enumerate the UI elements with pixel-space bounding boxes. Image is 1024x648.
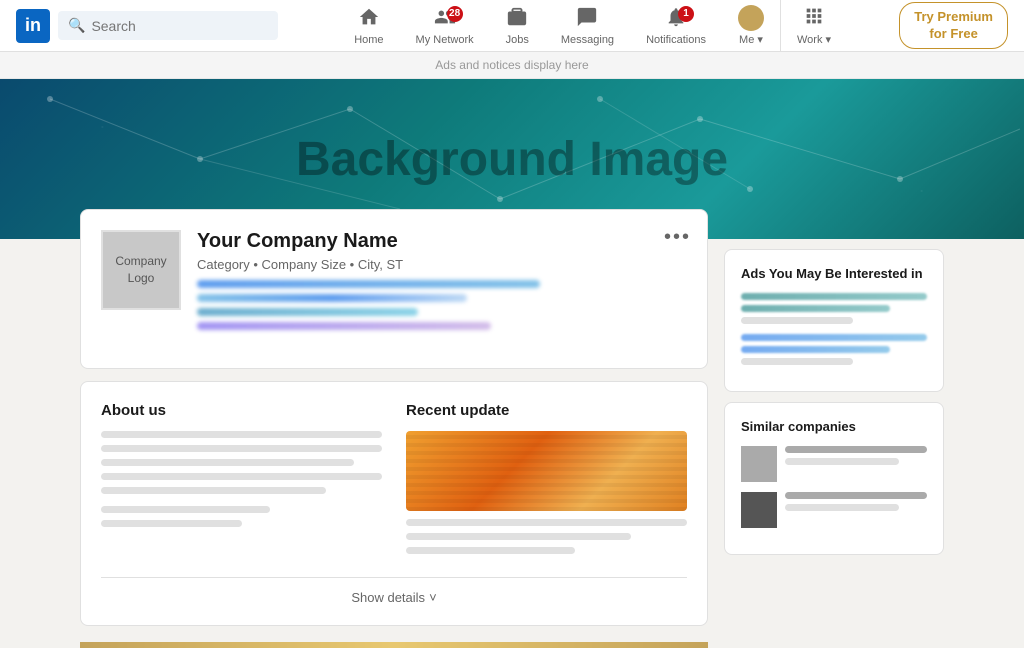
show-details-label: Show details [351,590,425,605]
sidebar-ads-title: Ads You May Be Interested in [741,266,927,281]
company-meta: Category • Company Size • City, ST [197,257,687,272]
linkedin-logo[interactable]: in [16,9,50,43]
jobs-label: Jobs [506,34,529,46]
about-left: About us [101,402,382,561]
search-icon: 🔍 [68,17,85,34]
messaging-icon [576,6,598,32]
messaging-label: Messaging [561,34,614,46]
similar-info-2 [785,492,927,516]
company-more-button[interactable]: ••• [664,226,691,249]
company-bar-2 [197,294,467,302]
chevron-down-icon: ˅ [429,590,437,605]
company-bar-3 [197,308,418,316]
about-bar-7 [101,520,242,527]
similar-info-1 [785,446,927,470]
nav-center: Home 28 My Network Jobs Messaging [302,0,883,52]
sidebar-ads-card: Ads You May Be Interested in [724,249,944,392]
similar-logo-1 [741,446,777,482]
similar-logo-2 [741,492,777,528]
main-layout: ••• Company Logo Your Company Name Categ… [0,239,1024,648]
nav-home[interactable]: Home [338,0,399,52]
company-bar-1 [197,280,540,288]
my-network-badge: 28 [447,6,463,22]
about-bar-6 [101,506,270,513]
my-network-label: My Network [416,34,474,46]
work-icon [803,5,825,31]
main-content: ••• Company Logo Your Company Name Categ… [80,239,708,648]
update-image [406,431,687,511]
nav-my-network[interactable]: 28 My Network [400,0,490,52]
about-grid: About us Recent update [101,402,687,561]
update-title: Recent update [406,402,687,419]
update-bar-2 [406,533,631,540]
navbar: in 🔍 Home 28 My Network Jobs [0,0,1024,52]
ads-banner: Ads and notices display here [0,52,1024,79]
about-right: Recent update [406,402,687,561]
nav-notifications[interactable]: 1 Notifications [630,0,722,52]
search-bar[interactable]: 🔍 [58,11,278,40]
sidebar: Ads You May Be Interested in Similar com… [724,239,944,648]
nav-right: Try Premium for Free [891,2,1008,50]
home-label: Home [354,34,383,46]
about-bar-5 [101,487,326,494]
nav-jobs[interactable]: Jobs [490,0,545,52]
nav-messaging[interactable]: Messaging [545,0,630,52]
show-details-button[interactable]: Show details ˅ [101,577,687,605]
ads-banner-text: Ads and notices display here [435,58,588,72]
about-bar-2 [101,445,382,452]
nav-me[interactable]: Me ▾ [722,0,780,52]
background-image-text: Background Image [296,132,728,187]
nav-work[interactable]: Work ▾ [780,0,847,52]
notifications-label: Notifications [646,34,706,46]
update-bar-3 [406,547,575,554]
company-info: Your Company Name Category • Company Siz… [197,230,687,336]
similar-company-2 [741,492,927,528]
about-bar-3 [101,459,354,466]
similar-company-1 [741,446,927,482]
bottom-bar [80,642,708,648]
company-card: ••• Company Logo Your Company Name Categ… [80,209,708,369]
sidebar-similar-card: Similar companies [724,402,944,555]
try-premium-button[interactable]: Try Premium for Free [899,2,1008,50]
sidebar-similar-title: Similar companies [741,419,927,434]
company-header: Company Logo Your Company Name Category … [101,230,687,336]
about-bar-4 [101,473,382,480]
notifications-badge: 1 [678,6,694,22]
avatar [738,5,764,31]
sidebar-ad-item-1 [741,293,927,324]
home-icon [358,6,380,32]
about-bar-1 [101,431,382,438]
update-bar-1 [406,519,687,526]
company-bar-4 [197,322,491,330]
me-label: Me ▾ [739,33,763,46]
work-label: Work ▾ [797,33,831,46]
jobs-icon [506,6,528,32]
company-logo: Company Logo [101,230,181,310]
about-section: About us Recent update [80,381,708,626]
sidebar-ad-item-2 [741,334,927,365]
company-name: Your Company Name [197,230,687,253]
about-title: About us [101,402,382,419]
search-input[interactable] [91,18,268,34]
